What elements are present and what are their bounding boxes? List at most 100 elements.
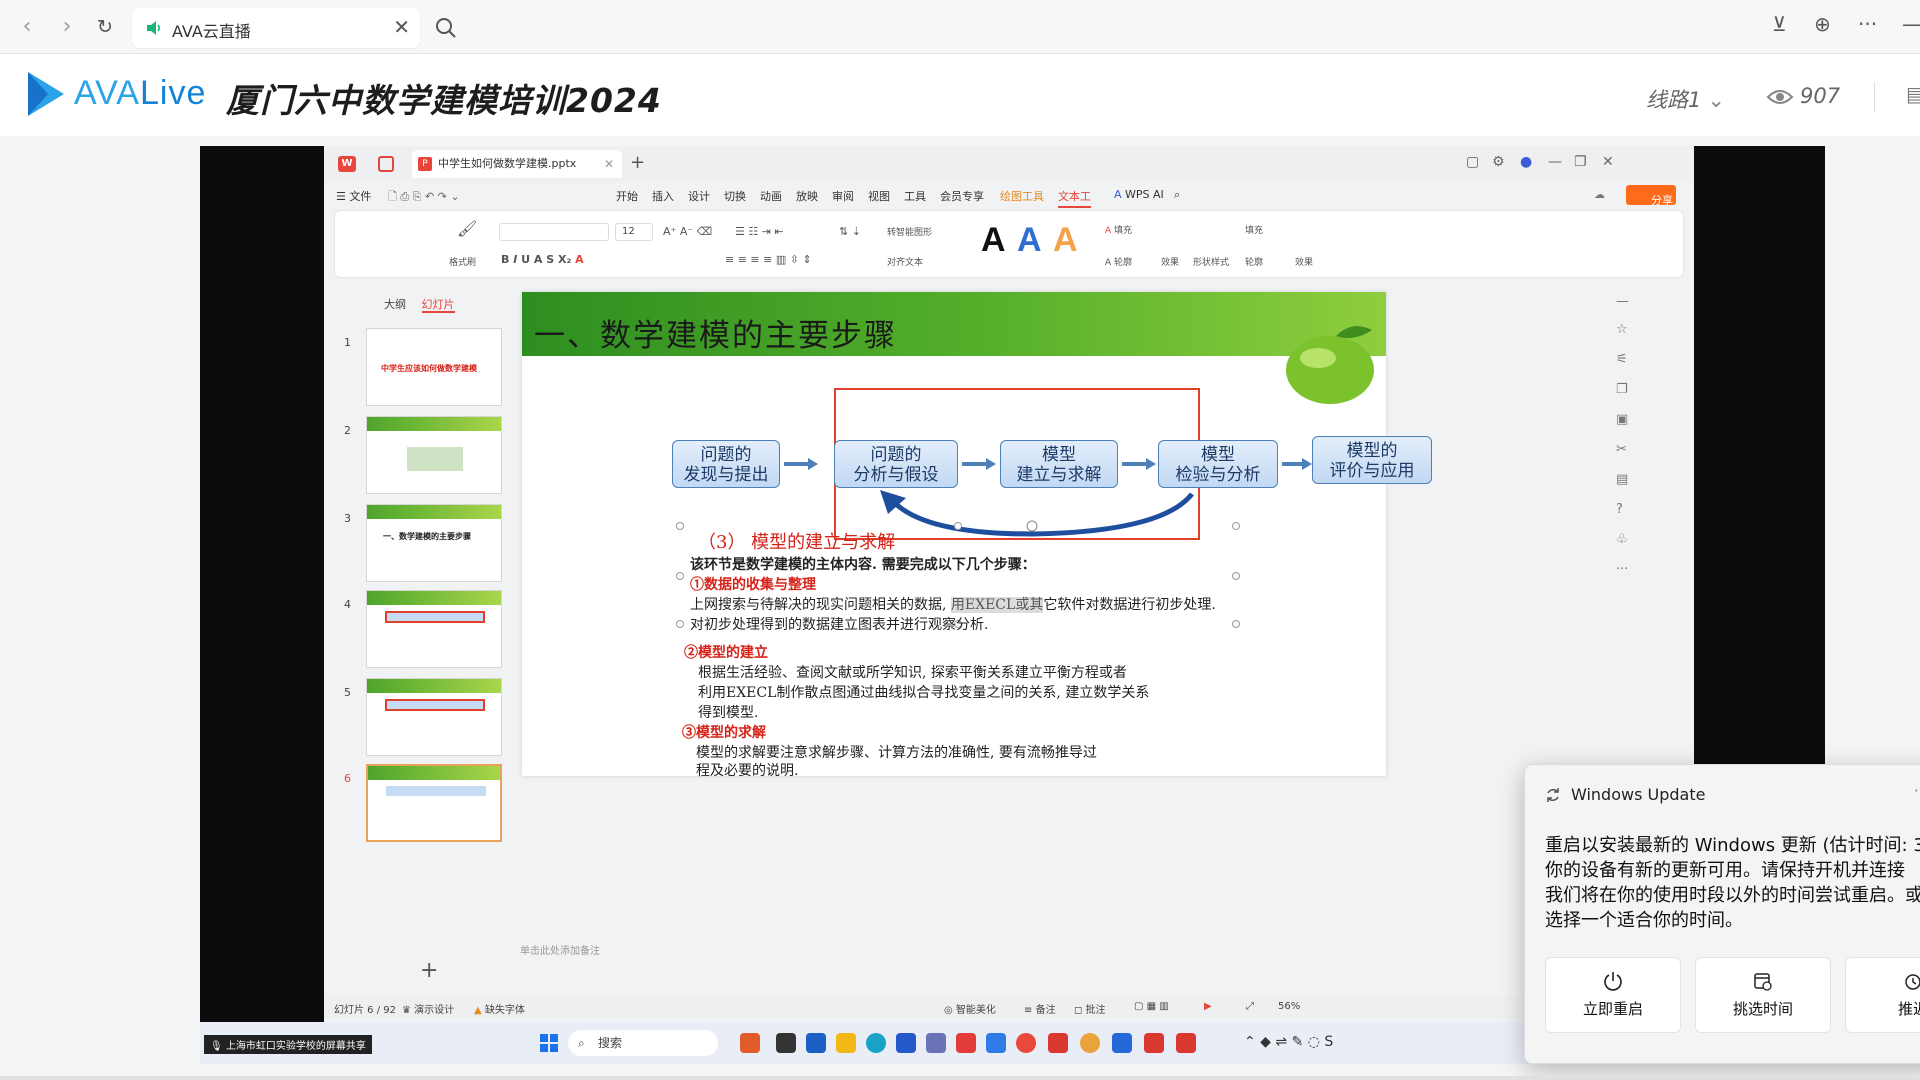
paragraph-align-icons[interactable]: ≡ ≡ ≡ ≡ ▥ ⇳ ⇕ bbox=[725, 253, 812, 266]
play-slideshow-icon[interactable]: ▶ bbox=[1204, 1001, 1212, 1012]
selection-handle[interactable] bbox=[954, 522, 962, 530]
fit-window-icon[interactable]: ⤢ bbox=[1246, 1001, 1254, 1012]
wps-icon[interactable] bbox=[1048, 1033, 1068, 1053]
doc-home-icon[interactable] bbox=[378, 156, 394, 172]
menu-item-wps-ai[interactable]: A WPS AI bbox=[1114, 188, 1164, 201]
menu-item-tools[interactable]: 工具 bbox=[904, 188, 926, 204]
list-bullets-icon[interactable]: ☰ ☷ ⇥ ⇤ bbox=[735, 225, 784, 238]
taskbar-app-icon[interactable] bbox=[776, 1033, 796, 1053]
gift-icon[interactable]: ♧ bbox=[1616, 532, 1628, 547]
taskbar-app-icon[interactable] bbox=[986, 1033, 1006, 1053]
image-icon[interactable]: ▣ bbox=[1616, 412, 1628, 427]
missing-font-button[interactable]: ▲ 缺失字体 bbox=[474, 1001, 525, 1016]
more-icon[interactable]: ··· bbox=[1616, 562, 1628, 577]
browser-tab[interactable]: AVA云直播 ✕ bbox=[132, 8, 420, 48]
download-icon[interactable]: ⊻ bbox=[1772, 12, 1787, 36]
selection-handle[interactable] bbox=[676, 572, 684, 580]
close-tab-icon[interactable]: ✕ bbox=[393, 15, 410, 39]
taskbar-app-icon[interactable] bbox=[1016, 1033, 1036, 1053]
design-button[interactable]: ♛ 演示设计 bbox=[402, 1001, 454, 1016]
tools-icon[interactable]: ✂ bbox=[1616, 442, 1627, 457]
menu-item-view[interactable]: 视图 bbox=[868, 188, 890, 204]
book-icon[interactable]: ▤ bbox=[1616, 472, 1628, 487]
menu-item-animation[interactable]: 动画 bbox=[760, 188, 782, 204]
taskbar-app-icon[interactable] bbox=[1080, 1033, 1100, 1053]
ava-live-logo[interactable]: AVALive bbox=[74, 74, 206, 113]
line-select[interactable]: 线路1 ⌄ bbox=[1646, 84, 1725, 114]
shape-outline-label[interactable]: 轮廓 bbox=[1245, 255, 1263, 268]
font-family-select[interactable] bbox=[499, 223, 609, 241]
shape-fill-label[interactable]: 填充 bbox=[1245, 223, 1263, 236]
close-doc-icon[interactable]: ✕ bbox=[604, 150, 614, 178]
back-arrow-icon[interactable]: ‹ bbox=[14, 14, 40, 40]
wps-icon[interactable] bbox=[1144, 1033, 1164, 1053]
text-outline-button[interactable]: A 轮廓 bbox=[1105, 255, 1132, 268]
align-text-button[interactable]: 对齐文本 bbox=[887, 255, 923, 268]
menu-item-text-tools[interactable]: 文本工 bbox=[1058, 188, 1091, 208]
text-effect-label[interactable]: 效果 bbox=[1161, 255, 1179, 268]
slide-thumbnail-4[interactable] bbox=[366, 590, 502, 668]
restart-now-button[interactable]: 立即重启 bbox=[1545, 957, 1681, 1033]
menu-item-insert[interactable]: 插入 bbox=[652, 188, 674, 204]
format-painter-icon[interactable]: 🖌 bbox=[457, 219, 477, 238]
shape-effect-label[interactable]: 效果 bbox=[1295, 255, 1313, 268]
more-menu-icon[interactable]: ··· bbox=[1858, 12, 1877, 36]
menu-item-member[interactable]: 会员专享 bbox=[940, 188, 984, 204]
text-format-buttons[interactable]: B I U A S X₂ A bbox=[501, 253, 584, 266]
translate-globe-icon[interactable]: ⊕ bbox=[1814, 12, 1831, 36]
view-mode-icons[interactable]: ▢ ▦ ▥ bbox=[1134, 1001, 1169, 1012]
text-style-blue-icon[interactable]: A bbox=[1017, 221, 1042, 260]
convert-smartart-button[interactable]: 转智能图形 bbox=[887, 225, 932, 238]
quick-access-toolbar[interactable]: 🗋 ⎙ ⎘ ↶ ↷ ⌄ bbox=[388, 188, 460, 207]
minimize-panel-icon[interactable]: — bbox=[1616, 294, 1629, 309]
edge-icon[interactable] bbox=[866, 1033, 886, 1053]
selection-handle[interactable] bbox=[676, 522, 684, 530]
add-slide-button[interactable]: + bbox=[420, 958, 438, 983]
font-size-select[interactable]: 12 bbox=[615, 223, 653, 241]
text-style-black-icon[interactable]: A bbox=[981, 221, 1006, 260]
zoom-level[interactable]: 56% bbox=[1278, 1001, 1300, 1012]
menu-item-home[interactable]: 开始 bbox=[616, 188, 638, 204]
taskbar-app-icon[interactable] bbox=[956, 1033, 976, 1053]
forward-arrow-icon[interactable]: › bbox=[54, 14, 80, 40]
taskbar-app-icon[interactable] bbox=[926, 1033, 946, 1053]
text-style-orange-icon[interactable]: A bbox=[1053, 221, 1078, 260]
ava-logo-icon[interactable] bbox=[24, 70, 68, 118]
window-restore-icon[interactable]: ❐ bbox=[1574, 154, 1587, 170]
text-fill-button[interactable]: A 填充 bbox=[1105, 223, 1132, 236]
slide-thumbnail-3[interactable]: 一、数学建模的主要步骤 bbox=[366, 504, 502, 582]
menu-item-drawing-tools[interactable]: 绘图工具 bbox=[1000, 188, 1044, 204]
font-grow-icon[interactable]: A⁺ A⁻ ⌫ bbox=[663, 225, 712, 238]
slide-thumbnail-5[interactable] bbox=[366, 678, 502, 756]
settings-icon[interactable]: ⚙ bbox=[1492, 154, 1505, 170]
window-close-icon[interactable]: ✕ bbox=[1602, 154, 1614, 170]
taskbar-search[interactable]: ⌕ 搜索 bbox=[568, 1030, 718, 1056]
windows-start-icon[interactable] bbox=[540, 1034, 558, 1052]
star-icon[interactable]: ☆ bbox=[1616, 322, 1628, 337]
selection-handle[interactable] bbox=[1232, 572, 1240, 580]
notes-placeholder[interactable]: 单击此处添加备注 bbox=[520, 942, 600, 957]
tab-outline[interactable]: 大纲 bbox=[384, 298, 406, 311]
window-layout-icon[interactable]: ▢ bbox=[1466, 154, 1479, 170]
selection-handle[interactable] bbox=[1232, 620, 1240, 628]
taskbar-app-icon[interactable] bbox=[1112, 1033, 1132, 1053]
comment-button[interactable]: ◻ 批注 bbox=[1074, 1001, 1106, 1016]
selection-handle[interactable] bbox=[676, 620, 684, 628]
minimize-icon[interactable]: — bbox=[1902, 12, 1920, 36]
selection-handle[interactable] bbox=[1232, 522, 1240, 530]
taskbar-app-icon[interactable] bbox=[806, 1033, 826, 1053]
tab-slides[interactable]: 幻灯片 bbox=[421, 298, 455, 313]
current-slide[interactable]: 一、数学建模的主要步骤 问题的发现与提出 问题的分析与假设 模型建立与求解 bbox=[522, 292, 1432, 779]
pick-time-button[interactable]: 挑选时间 bbox=[1695, 957, 1831, 1033]
shape-style-label[interactable]: 形状样式 bbox=[1193, 255, 1229, 268]
menu-search-icon[interactable]: ⌕ bbox=[1174, 188, 1180, 202]
doc-tab[interactable]: P 中学生如何做数学建模.pptx ✕ bbox=[412, 150, 622, 178]
menu-item-transition[interactable]: 切换 bbox=[724, 188, 746, 204]
new-tab-icon[interactable]: + bbox=[630, 152, 645, 173]
wps-logo-icon[interactable]: W bbox=[338, 156, 356, 172]
menu-item-review[interactable]: 审阅 bbox=[832, 188, 854, 204]
reload-icon[interactable]: ↻ bbox=[92, 14, 118, 40]
menu-file[interactable]: ☰ 文件 bbox=[336, 188, 371, 204]
slide-thumbnail-6[interactable] bbox=[366, 764, 502, 842]
folder-icon[interactable] bbox=[836, 1033, 856, 1053]
